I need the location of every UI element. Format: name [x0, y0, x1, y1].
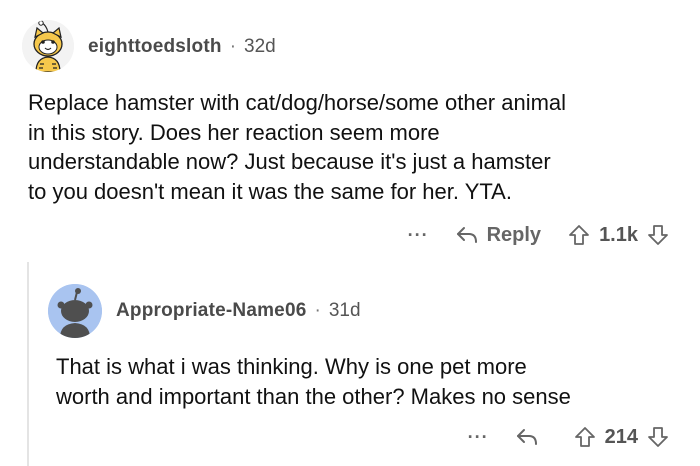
comment-meta: Appropriate-Name06 · 31d [116, 300, 361, 322]
username[interactable]: Appropriate-Name06 [116, 300, 306, 321]
comment-actions: ··· 214 [468, 422, 670, 452]
reply-arrow-icon [516, 429, 537, 445]
upvote-arrow-icon[interactable] [573, 425, 597, 449]
user-avatar[interactable] [48, 284, 102, 338]
reply-button[interactable] [515, 427, 547, 447]
meta-separator: · [314, 300, 321, 321]
comment-2: Appropriate-Name06 · 31d That is what i wa… [0, 0, 700, 466]
comment-body: That is what i was thinking. Why is one … [56, 352, 692, 411]
more-options-button[interactable]: ··· [468, 422, 489, 452]
comment-age: 31d [328, 300, 361, 321]
vote-control: 214 [573, 425, 670, 449]
downvote-arrow-icon[interactable] [646, 425, 670, 449]
vote-score: 214 [604, 425, 638, 448]
comment-body-line: worth and important than the other? Make… [56, 383, 571, 409]
default-snoo-avatar-icon [48, 284, 102, 338]
comment-body-line: That is what i was thinking. Why is one … [56, 354, 527, 379]
